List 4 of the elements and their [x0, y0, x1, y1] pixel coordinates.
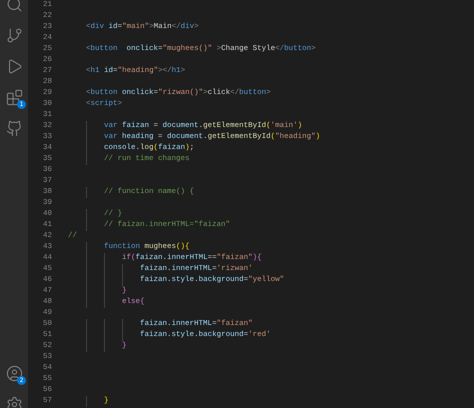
settings-icon[interactable]	[5, 395, 23, 408]
search-icon[interactable]	[5, 0, 23, 13]
branch-icon[interactable]	[5, 26, 23, 44]
github-icon[interactable]	[5, 119, 23, 137]
